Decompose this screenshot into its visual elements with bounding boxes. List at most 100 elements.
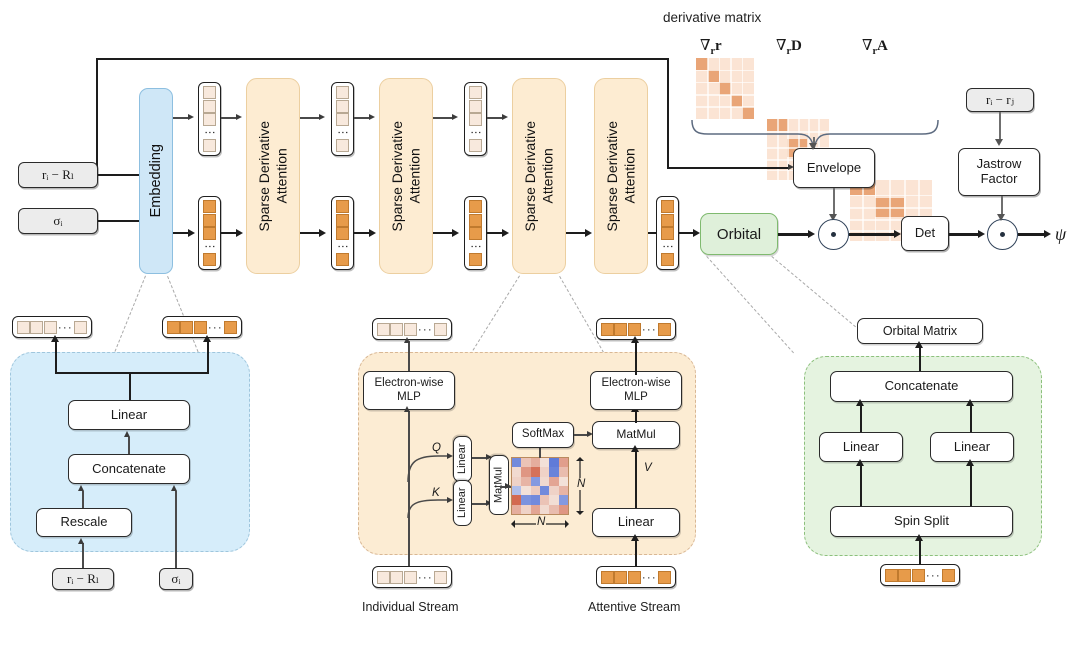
- heatmap-cell: [530, 495, 540, 505]
- matrix-label-grad-D: ∇rD: [776, 38, 802, 57]
- orbital-block[interactable]: Orbital: [700, 213, 778, 255]
- wire-mlpL-out-arrow: [404, 337, 410, 343]
- wire-odot-det: [849, 233, 896, 236]
- wire-mlpR-out: [635, 341, 638, 375]
- embed-concatenate[interactable]: Concatenate: [68, 454, 190, 484]
- wire-stream-mlpL-arrow: [404, 406, 410, 412]
- skip-connection-wire: [96, 58, 98, 170]
- mlp-left-line2: MLP: [397, 390, 421, 403]
- input-electron-nucleus[interactable]: rᵢ − Rₗ: [18, 162, 98, 188]
- token-cell: [336, 200, 349, 213]
- token-cell: [43, 320, 57, 334]
- wire-split-linR: [970, 464, 973, 506]
- envelope-block[interactable]: Envelope: [793, 148, 875, 188]
- orbital-linear-left[interactable]: Linear: [819, 432, 903, 462]
- wire-odot-det-arrow: [894, 230, 901, 238]
- sparse-derivative-attention-2[interactable]: Sparse Derivative Attention: [379, 78, 433, 274]
- orbital-concatenate[interactable]: Concatenate: [830, 371, 1013, 402]
- skip-connection-bottom: [667, 167, 788, 169]
- heatmap-cell: [539, 476, 550, 486]
- token-cell: [469, 253, 482, 266]
- token-cell: [336, 99, 349, 113]
- input-spin[interactable]: σᵢ: [18, 208, 98, 234]
- mlp-right-line2: MLP: [624, 390, 648, 403]
- wire-orbital-odot-arrow: [808, 230, 815, 238]
- ellipsis-icon: ⋮: [469, 126, 482, 138]
- heatmap-cell: [549, 458, 559, 468]
- wire-a2-top-arrow: [452, 114, 458, 120]
- heatmap-cell: [558, 458, 568, 468]
- embedding-block[interactable]: Embedding: [139, 88, 173, 274]
- embed-input-electron-nucleus[interactable]: rᵢ − Rₗ: [52, 568, 114, 590]
- embed-input-spin[interactable]: σᵢ: [159, 568, 193, 590]
- wire-split-linR-arrow: [966, 459, 974, 466]
- sparse-derivative-attention-4[interactable]: Sparse Derivative Attention: [594, 78, 648, 274]
- token-cell: [661, 200, 674, 213]
- token-cell: [614, 570, 628, 584]
- heatmap-cell: [549, 504, 559, 514]
- token-cell: [658, 570, 671, 584]
- token-cell: [224, 320, 237, 334]
- wire-split-linL: [860, 464, 863, 506]
- wire-sigma-concat-arrow: [171, 485, 177, 491]
- matrix-label-grad-A: ∇rA: [862, 38, 888, 57]
- token-cell: [661, 253, 674, 266]
- token-cell: [469, 86, 482, 99]
- token-cell: [911, 568, 925, 582]
- wire-bar-spinsplit: [919, 539, 922, 567]
- attn-linear-v[interactable]: Linear: [592, 508, 680, 537]
- heatmap-cell: [530, 504, 540, 514]
- heatmap-cell: [539, 495, 550, 505]
- sparse-derivative-attention-3[interactable]: Sparse Derivative Attention: [512, 78, 566, 274]
- attn-mlp-left[interactable]: Electron-wise MLP: [363, 371, 455, 410]
- heatmap-cell: [521, 476, 531, 486]
- embed-linear[interactable]: Linear: [68, 400, 190, 430]
- orbital-linear-right[interactable]: Linear: [930, 432, 1014, 462]
- heatmap-cell: [512, 467, 522, 477]
- ellipsis-icon: ⋮: [661, 240, 674, 252]
- det-block[interactable]: Det: [901, 216, 949, 251]
- individual-stream-bar: ···: [372, 566, 452, 588]
- sparse-derivative-attention-1[interactable]: Sparse Derivative Attention: [246, 78, 300, 274]
- heatmap-cell: [521, 485, 531, 496]
- token-stack-dark-2: ⋮: [331, 196, 354, 270]
- token-cell: [336, 113, 349, 126]
- token-stack-dark-3: ⋮: [464, 196, 487, 270]
- heatmap-cell: [521, 467, 531, 477]
- embed-rescale[interactable]: Rescale: [36, 508, 132, 537]
- output-psi-label: ψ: [1055, 224, 1067, 244]
- token-cell: [403, 322, 417, 336]
- attn-mlp-right[interactable]: Electron-wise MLP: [590, 371, 682, 410]
- attn-linear-k[interactable]: Linear: [453, 480, 472, 526]
- skip-connection-right: [667, 58, 669, 169]
- wire-rij-jastrow: [999, 112, 1001, 141]
- wire-jastrow-odot2-arrow: [997, 214, 1005, 221]
- orbital-input-bar: ···: [880, 564, 960, 586]
- attn-softmax[interactable]: SoftMax: [512, 422, 574, 448]
- orbital-spin-split[interactable]: Spin Split: [830, 506, 1013, 537]
- heatmap-cell: [512, 458, 522, 468]
- token-cell: [180, 320, 194, 334]
- input-electron-electron[interactable]: rᵢ − rⱼ: [966, 88, 1034, 112]
- token-cell: [336, 227, 349, 240]
- token-cell: [336, 213, 349, 227]
- jastrow-factor-block[interactable]: Jastrow Factor: [958, 148, 1040, 196]
- token-cell: [469, 213, 482, 227]
- dim-label-n-vertical: N: [576, 478, 587, 490]
- token-stack-light-3: ⋮: [464, 82, 487, 156]
- q-branch-wire: [407, 455, 448, 483]
- token-cell: [336, 139, 349, 152]
- attention-heatmap: [511, 457, 569, 515]
- attn-linear-q[interactable]: Linear: [453, 436, 472, 482]
- token-cell: [377, 570, 390, 584]
- wire-det-odot2-arrow: [978, 230, 985, 238]
- wire-e-top-arrow: [188, 114, 194, 120]
- ellipsis-icon: ⋮: [469, 240, 482, 252]
- mlp-left-line1: Electron-wise: [374, 377, 444, 390]
- heatmap-cell: [521, 458, 531, 468]
- wire-a3-bot-arrow: [585, 229, 592, 237]
- wire-bar-spinsplit-arrow: [915, 534, 923, 541]
- token-cell: [203, 139, 216, 152]
- ellipsis-icon: ···: [417, 570, 433, 584]
- wire-a2-top: [433, 117, 454, 119]
